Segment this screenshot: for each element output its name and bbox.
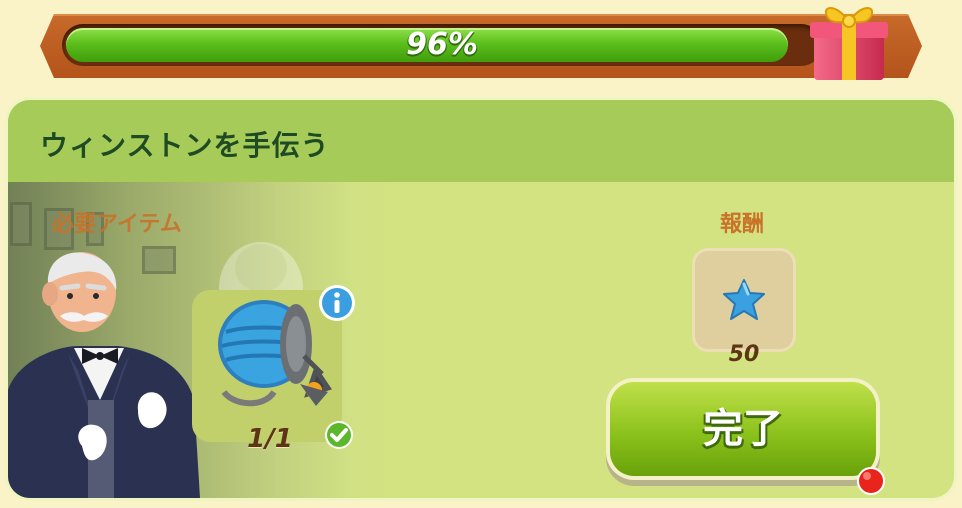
gift-box-icon[interactable]: [806, 0, 892, 84]
complete-button[interactable]: 完了: [610, 382, 876, 476]
reward-label: 報酬: [719, 212, 764, 237]
notification-dot-icon: [857, 467, 885, 495]
item-count: 1/1: [247, 424, 293, 454]
info-icon[interactable]: [318, 284, 356, 322]
panel-title: ウィンストンを手伝う: [40, 129, 330, 162]
panel-header: ウィンストンを手伝う: [8, 100, 954, 182]
checkmark-icon: [325, 421, 353, 449]
progress-percent: 96%: [406, 27, 478, 62]
required-items-label: 必要アイテム: [52, 212, 182, 237]
reward-amount: 50: [728, 342, 760, 367]
task-panel: ウィンストンを手伝う 必要アイテム 報酬 1/1 50 完了: [8, 100, 954, 498]
blue-star-icon: [723, 279, 765, 320]
complete-button-label: 完了: [703, 406, 783, 452]
butler-character: [8, 252, 200, 498]
